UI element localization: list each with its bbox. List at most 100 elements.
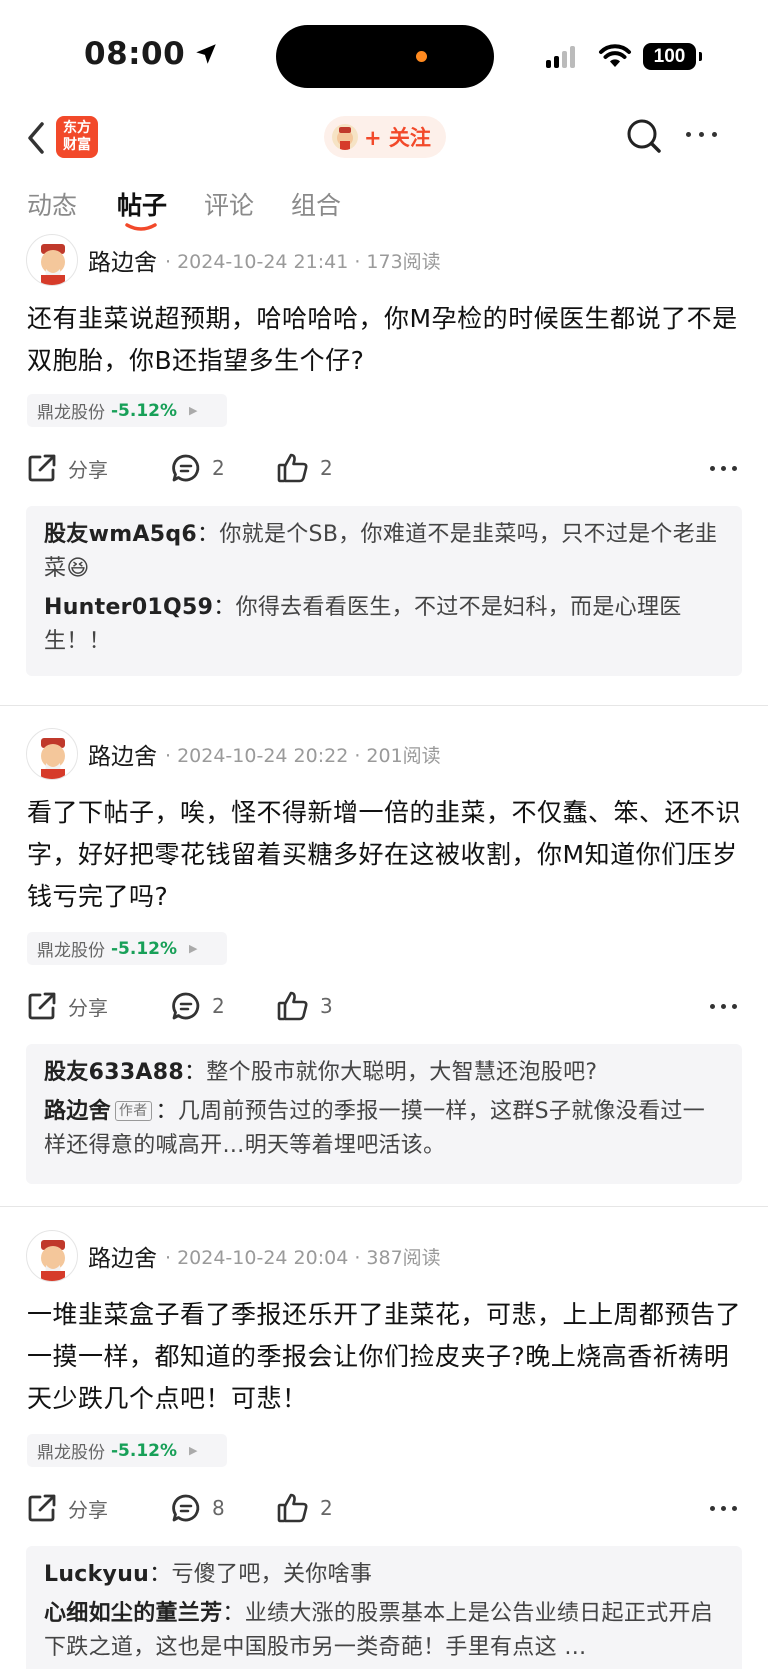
author-badge: 作者 (114, 1101, 152, 1121)
comment-text: 亏傻了吧，关你啥事 (171, 1562, 373, 1587)
nav-bar: 东方 财富 + 关注 (0, 112, 768, 162)
divider (0, 1206, 768, 1207)
post-header: 路边舍 · 2024-10-24 20:22 · 201阅读 (26, 728, 441, 780)
comment-user[interactable]: 股友633A88 (44, 1060, 184, 1085)
comment-user[interactable]: 路边舍 (44, 1099, 111, 1124)
share-icon (28, 454, 56, 482)
author-name[interactable]: 路边舍 (88, 243, 157, 277)
post-header: 路边舍 · 2024-10-24 20:04 · 387阅读 (26, 1230, 441, 1282)
more-options-icon[interactable] (710, 1506, 737, 1511)
tab-bar: 动态 帖子 评论 组合 (0, 186, 768, 234)
tab-portfolio[interactable]: 组合 (291, 186, 341, 222)
like-button[interactable]: 3 (276, 986, 333, 1026)
divider (0, 705, 768, 706)
post-header: 路边舍 · 2024-10-24 21:41 · 173阅读 (26, 234, 441, 286)
dynamic-island (276, 25, 494, 88)
chevron-right-icon: ▶ (189, 1444, 198, 1457)
author-name[interactable]: 路边舍 (88, 1239, 157, 1273)
comment-count: 8 (212, 1496, 225, 1520)
action-bar: 分享 2 3 (26, 986, 742, 1026)
status-bar: 08:00 100 (0, 0, 768, 110)
logo-line-1: 东方 (63, 120, 91, 136)
author-name[interactable]: 路边舍 (88, 737, 157, 771)
battery-icon: 100 (643, 43, 702, 70)
comment-button[interactable]: 2 (170, 986, 225, 1026)
share-button[interactable]: 分享 (26, 448, 108, 488)
comment-user[interactable]: 股友wmA5q6 (44, 522, 197, 547)
stock-name: 鼎龙股份 (37, 1443, 105, 1463)
action-bar: 分享 2 2 (26, 448, 742, 488)
chevron-right-icon: ▶ (189, 404, 198, 417)
share-icon (28, 992, 56, 1020)
time-label: 08:00 (84, 36, 186, 72)
action-bar: 分享 8 2 (26, 1488, 742, 1528)
post-meta: · 2024-10-24 21:41 · 173阅读 (165, 250, 441, 273)
comment-user[interactable]: 心细如尘的董兰芳 (44, 1601, 222, 1626)
comment-user[interactable]: Luckyuu (44, 1562, 149, 1587)
follow-button[interactable]: + 关注 (324, 116, 446, 158)
logo-line-2: 财富 (63, 137, 91, 153)
comment-button[interactable]: 2 (170, 448, 225, 488)
more-options-icon[interactable] (710, 466, 737, 471)
comment-icon (172, 454, 200, 482)
like-count: 2 (320, 456, 333, 480)
stock-change: -5.12% (111, 400, 178, 421)
tab-dynamics[interactable]: 动态 (27, 186, 77, 222)
chevron-right-icon: ▶ (189, 942, 198, 955)
share-button[interactable]: 分享 (26, 986, 108, 1026)
like-button[interactable]: 2 (276, 448, 333, 488)
like-count: 2 (320, 1496, 333, 1520)
comment-item: 路边舍 作者 ：几周前预告过的季报一摸一样，这群S子就像没看过一样还得意的喊高开…明… (44, 1099, 705, 1158)
active-tab-indicator (125, 223, 157, 231)
app-logo: 东方 财富 (56, 116, 98, 158)
post-card[interactable]: 路边舍 · 2024-10-24 20:22 · 201阅读 看了下帖子，唉，怪… (0, 728, 768, 1188)
emoji-icon: 😆 (66, 556, 90, 581)
comment-text: 整个股市就你大聪明，大智慧还泡股吧? (206, 1060, 598, 1085)
comment-item: Luckyuu：亏傻了吧，关你啥事 (44, 1562, 373, 1587)
search-icon[interactable] (624, 116, 664, 156)
post-card[interactable]: 路边舍 · 2024-10-24 21:41 · 173阅读 还有韭菜说超预期，… (0, 234, 768, 684)
post-meta: · 2024-10-24 20:04 · 387阅读 (165, 1246, 441, 1269)
avatar[interactable] (26, 234, 78, 286)
post-body[interactable]: 还有韭菜说超预期，哈哈哈哈，你M孕检的时候医生都说了不是双胞胎，你B还指望多生个… (27, 298, 743, 382)
post-card[interactable]: 路边舍 · 2024-10-24 20:04 · 387阅读 一堆韭菜盒子看了季… (0, 1230, 768, 1669)
comment-count: 2 (212, 456, 225, 480)
avatar[interactable] (26, 1230, 78, 1282)
more-options-icon[interactable] (710, 1004, 737, 1009)
stock-name: 鼎龙股份 (37, 941, 105, 961)
comment-user[interactable]: Hunter01Q59 (44, 595, 213, 620)
post-body[interactable]: 一堆韭菜盒子看了季报还乐开了韭菜花，可悲，上上周都预告了一摸一样，都知道的季报会… (27, 1294, 743, 1420)
share-label: 分享 (68, 457, 108, 482)
comment-preview[interactable]: Luckyuu：亏傻了吧，关你啥事 心细如尘的董兰芳：业绩大涨的股票基本上是公告… (26, 1546, 742, 1669)
cellular-signal-icon (546, 46, 575, 68)
thumbs-up-icon (277, 453, 308, 483)
back-icon[interactable] (22, 120, 52, 156)
post-body[interactable]: 看了下帖子，唉，怪不得新增一倍的韭菜，不仅蠢、笨、还不识字，好好把零花钱留着买糖… (27, 792, 743, 918)
comment-preview[interactable]: 股友wmA5q6：你就是个SB，你难道不是韭菜吗，只不过是个老韭菜😆 Hunte… (26, 506, 742, 676)
thumbs-up-icon (277, 991, 308, 1021)
comment-item: Hunter01Q59：你得去看看医生，不过不是妇科，而是心理医生！！ (44, 595, 682, 654)
stock-tag[interactable]: 鼎龙股份 -5.12% ▶ (27, 394, 227, 427)
like-count: 3 (320, 994, 333, 1018)
recording-indicator-icon (416, 51, 427, 62)
more-options-icon[interactable] (686, 132, 717, 137)
avatar (332, 124, 358, 150)
avatar[interactable] (26, 728, 78, 780)
share-button[interactable]: 分享 (26, 1488, 108, 1528)
stock-tag[interactable]: 鼎龙股份 -5.12% ▶ (27, 1434, 227, 1467)
share-icon (28, 1494, 56, 1522)
follow-label: + 关注 (364, 126, 431, 150)
comment-icon (172, 992, 200, 1020)
comment-icon (172, 1494, 200, 1522)
stock-change: -5.12% (111, 1440, 178, 1461)
stock-tag[interactable]: 鼎龙股份 -5.12% ▶ (27, 932, 227, 965)
thumbs-up-icon (277, 1493, 308, 1523)
like-button[interactable]: 2 (276, 1488, 333, 1528)
location-arrow-icon (196, 44, 216, 64)
status-time: 08:00 (84, 36, 219, 72)
tab-posts[interactable]: 帖子 (117, 186, 167, 222)
tab-comments[interactable]: 评论 (204, 186, 254, 222)
stock-change: -5.12% (111, 938, 178, 959)
comment-preview[interactable]: 股友633A88：整个股市就你大聪明，大智慧还泡股吧? 路边舍 作者 ：几周前预告过… (26, 1044, 742, 1184)
comment-button[interactable]: 8 (170, 1488, 225, 1528)
